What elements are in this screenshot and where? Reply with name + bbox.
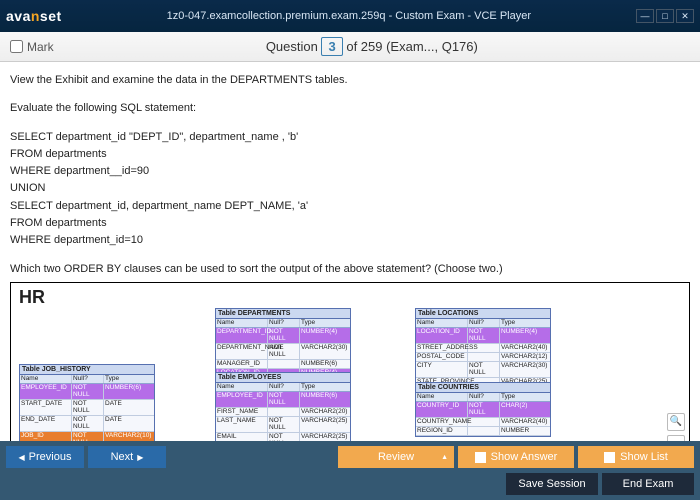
question-content: View the Exhibit and examine the data in…	[0, 62, 700, 441]
maximize-button[interactable]: □	[656, 9, 674, 23]
mark-checkbox-label[interactable]: Mark	[10, 40, 54, 54]
schema-title: HR	[19, 287, 681, 308]
table-employees: Table EMPLOYEESNameNull?TypeEMPLOYEE_IDN…	[215, 372, 351, 441]
show-list-button[interactable]: Show List	[578, 446, 694, 468]
window-buttons: — □ ✕	[636, 9, 694, 23]
question-bar: Mark Question 3 of 259 (Exam..., Q176)	[0, 32, 700, 62]
next-button[interactable]: Next	[88, 446, 166, 468]
end-exam-button[interactable]: End Exam	[602, 473, 694, 495]
logo-left: ava	[6, 8, 31, 24]
previous-button[interactable]: Previous	[6, 446, 84, 468]
show-answer-checkbox-icon	[475, 452, 486, 463]
logo-accent: n	[31, 8, 40, 24]
sql-line-4: UNION	[10, 181, 690, 195]
question-word: Question	[266, 39, 318, 54]
logo-right: set	[40, 8, 62, 24]
instruction-2: Evaluate the following SQL statement:	[10, 101, 690, 115]
mark-checkbox[interactable]	[10, 40, 23, 53]
instruction-3: Which two ORDER BY clauses can be used t…	[10, 262, 690, 276]
save-session-button[interactable]: Save Session	[506, 473, 598, 495]
show-list-label: Show List	[620, 451, 668, 463]
show-answer-button[interactable]: Show Answer	[458, 446, 574, 468]
logo: avanset	[6, 8, 62, 24]
sql-line-5: SELECT department_id, department_name DE…	[10, 199, 690, 213]
show-list-checkbox-icon	[604, 452, 615, 463]
table-departments: Table DEPARTMENTSNameNull?TypeDEPARTMENT…	[215, 308, 351, 379]
zoom-in-button[interactable]: +	[667, 435, 685, 441]
footer-bar: Previous Next Review Show Answer Show Li…	[0, 441, 700, 473]
question-indicator: Question 3 of 259 (Exam..., Q176)	[54, 39, 690, 54]
sql-line-3: WHERE department__id=90	[10, 164, 690, 178]
sql-line-1: SELECT department_id "DEPT_ID", departme…	[10, 130, 690, 144]
question-number: 3	[321, 37, 342, 56]
question-total: of 259 (Exam..., Q176)	[346, 39, 478, 54]
close-button[interactable]: ✕	[676, 9, 694, 23]
tables-area: Table DEPARTMENTSNameNull?TypeDEPARTMENT…	[15, 312, 685, 441]
table-job-history: Table JOB_HISTORYNameNull?TypeEMPLOYEE_I…	[19, 364, 155, 441]
sql-line-2: FROM departments	[10, 147, 690, 161]
zoom-controls: 🔍 + −	[667, 413, 685, 441]
window-title: 1z0-047.examcollection.premium.exam.259q…	[62, 10, 636, 22]
sql-line-6: FROM departments	[10, 216, 690, 230]
zoom-fit-button[interactable]: 🔍	[667, 413, 685, 431]
show-answer-label: Show Answer	[491, 451, 558, 463]
sql-line-7: WHERE department_id=10	[10, 233, 690, 247]
review-button[interactable]: Review	[338, 446, 454, 468]
minimize-button[interactable]: —	[636, 9, 654, 23]
titlebar: avanset 1z0-047.examcollection.premium.e…	[0, 0, 700, 32]
footer-bar-2: Save Session End Exam	[0, 473, 700, 500]
instruction-1: View the Exhibit and examine the data in…	[10, 73, 690, 87]
mark-label-text: Mark	[27, 40, 54, 54]
er-diagram[interactable]: HR Table DEPARTMENTSNameNull?TypeDEPARTM…	[10, 282, 690, 441]
table-countries: Table COUNTRIESNameNull?TypeCOUNTRY_IDNO…	[415, 382, 551, 437]
